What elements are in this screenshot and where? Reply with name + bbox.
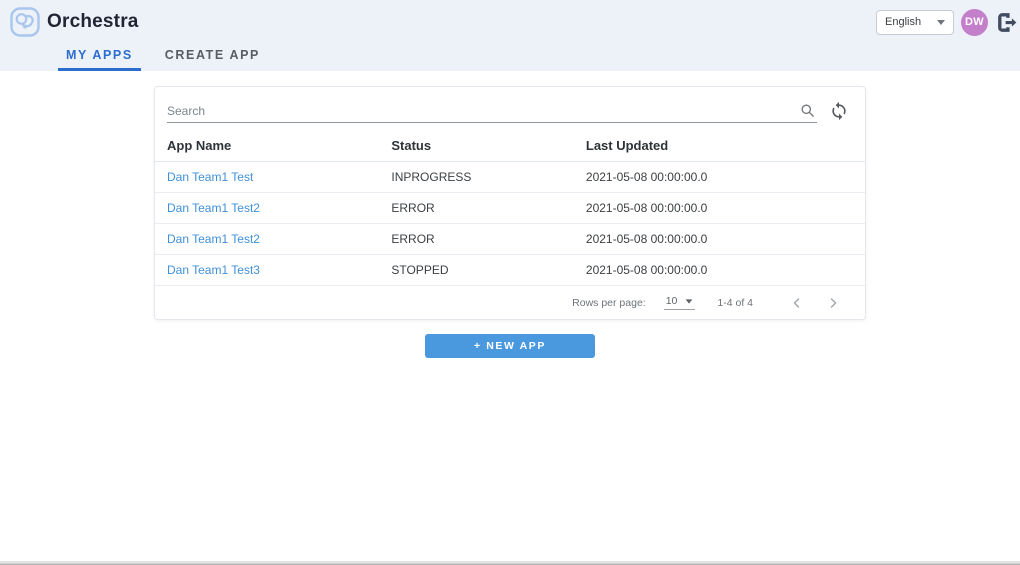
app-name-link[interactable]: Dan Team1 Test2	[167, 232, 260, 246]
status-cell: STOPPED	[379, 254, 574, 286]
refresh-button[interactable]	[829, 101, 849, 121]
avatar[interactable]: DW	[961, 8, 988, 36]
chevron-right-icon	[827, 297, 839, 309]
last-updated-cell: 2021-05-08 00:00:00.0	[573, 161, 865, 193]
pagination-bar: Rows per page: 10 1-4 of 4	[155, 286, 865, 319]
logout-button[interactable]	[995, 10, 1020, 35]
tab-my-apps[interactable]: MY APPS	[58, 40, 141, 71]
table-row: Dan Team1 Test3 STOPPED 2021-05-08 00:00…	[155, 254, 865, 286]
app-name-link[interactable]: Dan Team1 Test2	[167, 201, 260, 215]
language-select-value: English	[885, 16, 922, 28]
orchestra-logo-icon	[10, 7, 40, 37]
rows-per-page-value: 10	[665, 295, 678, 307]
app-name-link[interactable]: Dan Team1 Test3	[167, 263, 260, 277]
rows-per-page-select[interactable]: 10	[663, 295, 696, 310]
last-updated-cell: 2021-05-08 00:00:00.0	[573, 223, 865, 255]
app-name-link[interactable]: Dan Team1 Test	[167, 170, 253, 184]
table-row: Dan Team1 Test2 ERROR 2021-05-08 00:00:0…	[155, 223, 865, 255]
last-updated-cell: 2021-05-08 00:00:00.0	[573, 254, 865, 286]
window-bottom-edge	[0, 561, 1020, 565]
table-row: Dan Team1 Test2 ERROR 2021-05-08 00:00:0…	[155, 192, 865, 224]
apps-table: App Name Status Last Updated Dan Team1 T…	[155, 131, 865, 286]
tab-create-app[interactable]: CREATE APP	[157, 40, 268, 71]
rows-per-page-label: Rows per page:	[572, 296, 646, 309]
caret-down-icon	[937, 19, 945, 25]
tab-bar: MY APPS CREATE APP	[0, 40, 1020, 71]
caret-down-icon	[685, 298, 693, 304]
search-icon[interactable]	[798, 103, 817, 118]
pagination-range: 1-4 of 4	[717, 296, 753, 309]
app-title: Orchestra	[47, 11, 139, 32]
search-row	[155, 87, 865, 123]
search-field	[167, 103, 817, 123]
new-app-container: + NEW APP	[0, 334, 1020, 358]
previous-page-button[interactable]	[779, 297, 815, 309]
app-header: Orchestra English DW	[0, 4, 1020, 40]
table-row: Dan Team1 Test INPROGRESS 2021-05-08 00:…	[155, 161, 865, 193]
search-input[interactable]	[167, 103, 798, 118]
status-cell: ERROR	[379, 223, 574, 255]
main-content: App Name Status Last Updated Dan Team1 T…	[0, 71, 1020, 358]
status-cell: INPROGRESS	[379, 161, 574, 193]
language-select[interactable]: English	[876, 9, 954, 35]
apps-card: App Name Status Last Updated Dan Team1 T…	[154, 86, 866, 320]
new-app-button[interactable]: + NEW APP	[425, 334, 595, 358]
column-header-last-updated: Last Updated	[573, 131, 865, 162]
header-actions: English DW	[876, 8, 1020, 36]
last-updated-cell: 2021-05-08 00:00:00.0	[573, 192, 865, 224]
column-header-status: Status	[379, 131, 574, 162]
column-header-app-name: App Name	[155, 131, 380, 162]
refresh-icon	[829, 101, 849, 121]
top-band: Orchestra English DW MY APPS CREATE APP	[0, 0, 1020, 71]
next-page-button[interactable]	[815, 297, 851, 309]
brand: Orchestra	[10, 7, 139, 37]
chevron-left-icon	[791, 297, 803, 309]
logout-icon	[995, 10, 1020, 35]
status-cell: ERROR	[379, 192, 574, 224]
avatar-initials: DW	[965, 16, 984, 28]
table-header-row: App Name Status Last Updated	[155, 131, 865, 162]
